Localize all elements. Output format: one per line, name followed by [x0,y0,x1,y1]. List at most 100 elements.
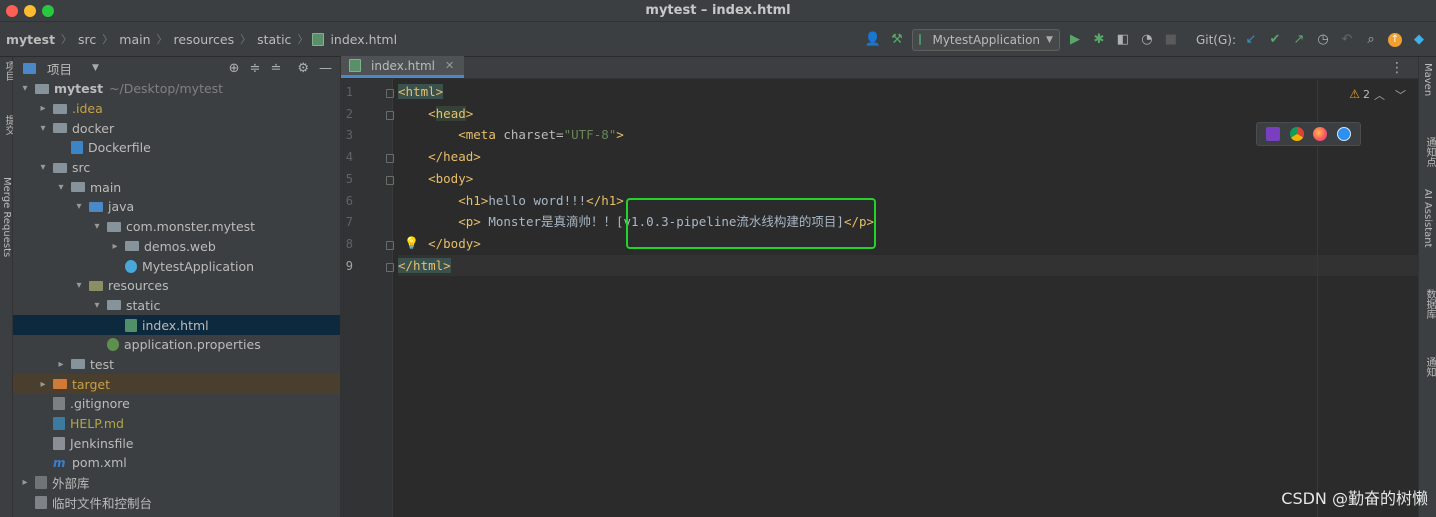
tree-item[interactable]: ▾ docker [13,118,340,138]
tree-item[interactable]: ▸ demos.web [13,237,340,257]
chevron-right-icon[interactable]: ▸ [37,103,49,114]
breadcrumb-item[interactable]: mytest [4,32,57,47]
endpoints-tool-tab[interactable]: 通知点 [1422,137,1436,167]
code-line[interactable]: </html> [398,254,1418,277]
notifications-tool-tab[interactable]: 通知 [1422,357,1436,377]
code-line[interactable]: <h1>hello word!!!</h1> [398,190,1418,212]
chevron-down-icon[interactable]: ▾ [55,182,67,193]
properties-file-icon [107,338,119,352]
project-panel-title[interactable]: 项目 [47,59,72,78]
code-line[interactable]: <p> Monster是真滴帅！！[v1.0.3-pipeline流水线构建的项… [398,211,1418,233]
chevron-right-icon[interactable]: ▸ [19,477,31,488]
git-push-icon[interactable]: ↗ [1290,31,1308,49]
fold-marker-icon[interactable] [386,154,394,164]
close-icon[interactable]: ✕ [445,59,454,72]
ai-assistant-tool-tab[interactable]: AI Assistant [1422,189,1433,248]
rollback-icon[interactable]: ↶ [1338,31,1356,49]
gear-icon[interactable]: ⚙ [297,61,309,76]
inspection-widget[interactable]: ⚠ 2 [1349,87,1370,101]
collapse-all-icon[interactable]: ≐ [270,61,281,76]
run-icon[interactable]: ▶ [1066,31,1084,49]
breadcrumb-item[interactable]: main [117,32,152,47]
debug-icon[interactable]: ✱ [1090,31,1108,49]
locate-icon[interactable]: ⊕ [229,61,240,76]
update-icon[interactable]: ↑ [1386,31,1404,49]
chevron-right-icon[interactable]: ▸ [109,241,121,252]
tree-item[interactable]: ▾ main [13,177,340,197]
fold-marker-icon[interactable] [386,89,394,98]
expand-all-icon[interactable]: ≑ [250,61,261,76]
stop-icon[interactable]: ■ [1162,31,1180,49]
chevron-down-icon[interactable]: ▾ [73,280,85,291]
tree-item[interactable]: ▸ test [13,355,340,375]
chevron-right-icon: 〉 [240,33,252,46]
chevron-down-icon[interactable]: ▾ [19,83,31,94]
firefox-icon[interactable] [1313,127,1328,141]
coverage-icon[interactable]: ◧ [1114,31,1132,49]
tree-item[interactable]: MytestApplication [13,256,340,276]
fold-marker-icon[interactable] [386,175,394,185]
tree-item[interactable]: ▾ src [13,158,340,178]
git-commit-icon[interactable]: ✔ [1266,31,1284,49]
ide-logo-icon[interactable]: ◆ [1410,31,1428,49]
code-token: <body> [428,170,474,186]
code-token: </body> [428,235,481,251]
intellij-browser-icon[interactable] [1265,127,1280,141]
run-configuration-select[interactable]: MytestApplication ▼ [911,28,1060,51]
tree-item[interactable]: ▸ target [13,374,340,394]
chevron-down-icon[interactable]: ▾ [37,123,49,134]
code-line[interactable]: <html> [398,81,1418,103]
search-icon[interactable]: ⌕ [1362,31,1380,49]
tree-item[interactable]: ▾ com.monster.mytest [13,217,340,237]
fold-marker-icon[interactable] [386,240,394,250]
code-line[interactable]: <body> [398,168,1418,190]
tree-item[interactable]: ▸ .idea [13,99,340,119]
tree-item[interactable]: Dockerfile [13,138,340,158]
database-tool-tab[interactable]: 数据库 [1422,289,1436,319]
user-icon[interactable]: 👤 [864,31,882,49]
tree-item[interactable]: Jenkinsfile [13,433,340,453]
tree-item[interactable]: index.html [13,315,340,335]
tree-item[interactable]: m pom.xml [13,453,340,473]
tree-item[interactable]: HELP.md [13,414,340,434]
chevron-right-icon[interactable]: ▸ [55,359,67,370]
chevron-right-icon[interactable]: ▸ [37,379,49,390]
maven-tool-tab[interactable]: Maven [1422,63,1433,96]
merge-requests-tool-tab[interactable]: Merge Requests [1,177,12,257]
tab-index-html[interactable]: index.html ✕ [341,56,465,78]
tree-item[interactable]: ▾ java [13,197,340,217]
docker-file-icon [71,141,83,155]
tree-item[interactable]: ▾ static [13,296,340,316]
chevron-down-icon[interactable]: ▾ [91,221,103,232]
fold-marker-icon[interactable] [386,110,394,120]
breadcrumb-item[interactable]: index.html [328,32,399,47]
history-icon[interactable]: ◷ [1314,31,1332,49]
code-line[interactable]: </head> [398,146,1418,168]
tree-item[interactable]: ▾ mytest ~/Desktop/mytest [13,79,340,99]
breadcrumb-item[interactable]: resources [172,32,237,47]
tree-item[interactable]: 临时文件和控制台 [13,492,340,512]
chevron-down-icon[interactable]: ▾ [37,162,49,173]
chevron-down-icon[interactable]: ﹀ [1395,87,1406,103]
chevron-down-icon[interactable]: ▾ [73,201,85,212]
chevron-down-icon[interactable]: ▼ [92,63,99,73]
build-hammer-icon[interactable]: ⚒ [888,31,906,49]
chevron-up-icon[interactable]: ︿ [1374,87,1385,103]
more-options-icon[interactable]: ⋮ [1390,60,1404,76]
tree-item[interactable]: application.properties [13,335,340,355]
breadcrumb-item[interactable]: src [76,32,98,47]
tree-item[interactable]: ▸ 外部库 [13,473,340,493]
fold-marker-icon[interactable] [386,262,394,272]
tree-item[interactable]: ▾ resources [13,276,340,296]
git-update-icon[interactable]: ↙ [1242,31,1260,49]
breadcrumb-item[interactable]: static [255,32,293,47]
tree-item[interactable]: .gitignore [13,394,340,414]
chevron-down-icon[interactable]: ▾ [91,300,103,311]
chrome-icon[interactable] [1289,127,1304,141]
hide-panel-icon[interactable]: — [319,61,332,76]
safari-icon[interactable] [1337,127,1352,141]
tree-item-label: index.html [142,317,209,333]
profile-icon[interactable]: ◔ [1138,31,1156,49]
code-line[interactable]: </body> [398,233,1418,255]
project-panel: 项目 ▼ ⊕ ≑ ≐ ⚙ — ▾ mytest ~/Desktop/mytest ▸.… [13,57,341,517]
